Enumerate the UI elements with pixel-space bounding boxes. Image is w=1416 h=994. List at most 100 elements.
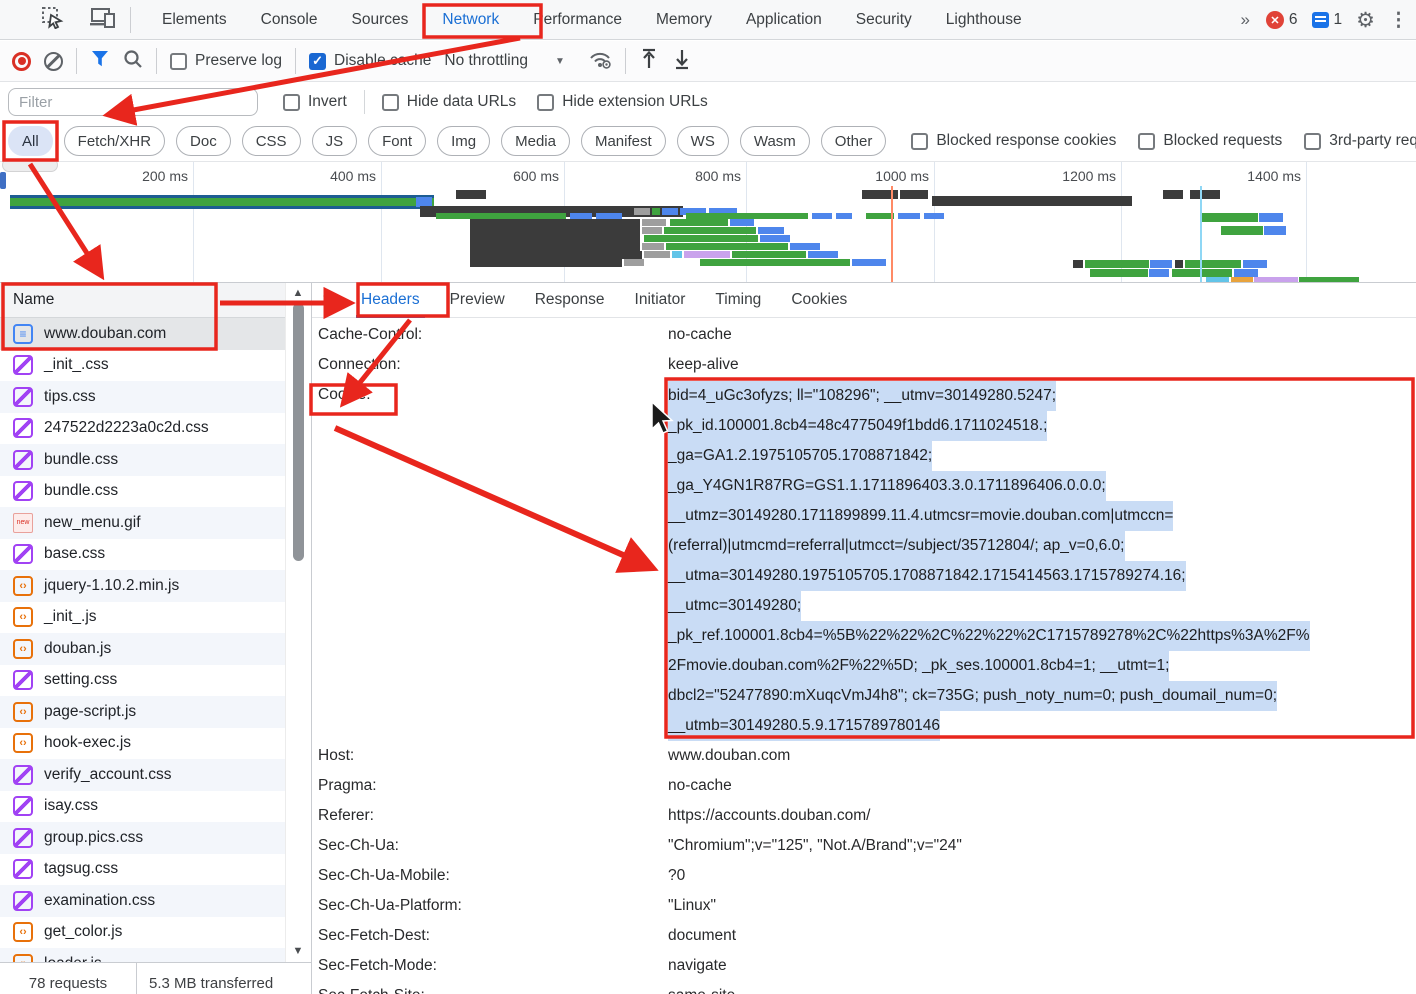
details-tab-initiator[interactable]: Initiator: [620, 283, 701, 318]
checkbox-unchecked[interactable]: [283, 94, 300, 111]
checkbox-unchecked[interactable]: [911, 133, 928, 150]
throttling-select[interactable]: No throttling: [444, 52, 528, 70]
request-row[interactable]: 247522d2223a0c2d.css: [0, 413, 285, 445]
network-conditions-icon[interactable]: [588, 47, 612, 76]
hide-extension-urls-checkbox[interactable]: Hide extension URLs: [537, 93, 708, 111]
details-tab-timing[interactable]: Timing: [700, 283, 776, 318]
filter-pill-font[interactable]: Font: [368, 126, 426, 156]
filter-pill-wasm[interactable]: Wasm: [740, 126, 810, 156]
details-tab-response[interactable]: Response: [520, 283, 620, 318]
request-row[interactable]: tips.css: [0, 381, 285, 413]
request-row[interactable]: ‹›douban.js: [0, 633, 285, 665]
checkbox-unchecked[interactable]: [382, 94, 399, 111]
import-har-icon[interactable]: [639, 48, 659, 75]
inspect-element-icon[interactable]: [40, 5, 64, 34]
request-row[interactable]: ‹›jquery-1.10.2.min.js: [0, 570, 285, 602]
checkbox-unchecked[interactable]: [537, 94, 554, 111]
details-tab-preview[interactable]: Preview: [435, 283, 520, 318]
clear-button[interactable]: [44, 52, 63, 71]
request-row[interactable]: newnew_menu.gif: [0, 507, 285, 539]
chevron-down-icon[interactable]: ▼: [555, 56, 565, 67]
checkbox-unchecked[interactable]: [1304, 133, 1321, 150]
filter-pill-img[interactable]: Img: [437, 126, 490, 156]
invert-checkbox[interactable]: Invert: [283, 93, 347, 111]
waterfall-bar: [456, 190, 486, 199]
request-row[interactable]: verify_account.css: [0, 759, 285, 791]
console-error-badge[interactable]: ✕ 6: [1266, 11, 1298, 29]
request-row[interactable]: isay.css: [0, 791, 285, 823]
waterfall-bar: [666, 243, 788, 250]
timeline-gridline: [381, 162, 382, 283]
filter-input[interactable]: [8, 88, 258, 116]
details-tab-headers[interactable]: Headers: [346, 283, 435, 318]
checkbox-blocked-response-cookies[interactable]: Blocked response cookies: [911, 132, 1116, 150]
filter-pill-manifest[interactable]: Manifest: [581, 126, 666, 156]
header-value: "Linux": [668, 891, 716, 921]
css-file-icon: [13, 387, 33, 407]
filter-funnel-icon[interactable]: [90, 50, 110, 73]
network-overview-timeline[interactable]: 200 ms400 ms600 ms800 ms1000 ms1200 ms14…: [0, 162, 1416, 283]
tab-lighthouse[interactable]: Lighthouse: [929, 0, 1039, 40]
checkbox-unchecked[interactable]: [170, 53, 187, 70]
waterfall-bar: [1202, 213, 1258, 222]
request-row[interactable]: group.pics.css: [0, 822, 285, 854]
kebab-menu-icon[interactable]: ⋮: [1389, 9, 1408, 32]
tab-performance[interactable]: Performance: [516, 0, 639, 40]
request-row[interactable]: ‹›get_color.js: [0, 917, 285, 949]
scroll-down-icon[interactable]: ▼: [291, 945, 305, 957]
disable-cache-checkbox[interactable]: ✓ Disable cache: [309, 52, 431, 70]
console-message-badge[interactable]: 1: [1312, 11, 1343, 29]
request-row[interactable]: ‹›hook-exec.js: [0, 728, 285, 760]
filter-pill-doc[interactable]: Doc: [176, 126, 231, 156]
waterfall-bar: [1085, 260, 1149, 268]
scrollbar-thumb[interactable]: [293, 303, 304, 561]
request-row[interactable]: ‹›_init_.js: [0, 602, 285, 634]
tab-application[interactable]: Application: [729, 0, 839, 40]
tab-sources[interactable]: Sources: [335, 0, 426, 40]
tab-network[interactable]: Network: [425, 0, 516, 40]
filter-pill-fetch-xhr[interactable]: Fetch/XHR: [64, 126, 165, 156]
request-row[interactable]: ‹›loader.js: [0, 948, 285, 962]
request-row[interactable]: setting.css: [0, 665, 285, 697]
close-icon[interactable]: ×: [322, 292, 338, 308]
filter-pill-css[interactable]: CSS: [242, 126, 301, 156]
request-row[interactable]: bundle.css: [0, 444, 285, 476]
more-tabs-chevron[interactable]: »: [1236, 10, 1251, 30]
filter-pill-all[interactable]: All: [8, 126, 53, 156]
checkbox-3rd-party-requests[interactable]: 3rd-party requests: [1304, 132, 1416, 150]
record-button[interactable]: [12, 52, 31, 71]
hide-data-urls-checkbox[interactable]: Hide data URLs: [382, 93, 516, 111]
export-har-icon[interactable]: [672, 48, 692, 75]
checkbox-checked[interactable]: ✓: [309, 53, 326, 70]
request-row[interactable]: base.css: [0, 539, 285, 571]
request-row[interactable]: _init_.css: [0, 350, 285, 382]
settings-gear-icon[interactable]: ⚙: [1356, 8, 1375, 33]
filter-pill-ws[interactable]: WS: [677, 126, 729, 156]
search-icon[interactable]: [123, 49, 143, 74]
preserve-log-checkbox[interactable]: Preserve log: [170, 52, 282, 70]
request-row[interactable]: ≡www.douban.com: [0, 318, 285, 350]
scroll-up-icon[interactable]: ▲: [291, 287, 305, 299]
header-row: Sec-Ch-Ua-Mobile:?0: [312, 861, 1416, 891]
tab-security[interactable]: Security: [839, 0, 929, 40]
request-name: tagsug.css: [44, 860, 118, 878]
device-toolbar-icon[interactable]: [90, 5, 116, 34]
timeline-gridline: [193, 162, 194, 283]
tab-console[interactable]: Console: [244, 0, 335, 40]
checkbox-blocked-requests[interactable]: Blocked requests: [1138, 132, 1282, 150]
request-row[interactable]: examination.css: [0, 885, 285, 917]
filter-pill-media[interactable]: Media: [501, 126, 570, 156]
filter-pill-js[interactable]: JS: [312, 126, 358, 156]
request-list-scrollbar[interactable]: ▲ ▼: [285, 283, 310, 962]
filter-pill-other[interactable]: Other: [821, 126, 887, 156]
tab-memory[interactable]: Memory: [639, 0, 729, 40]
request-name: jquery-1.10.2.min.js: [44, 577, 179, 595]
request-name: setting.css: [44, 671, 117, 689]
tab-elements[interactable]: Elements: [145, 0, 244, 40]
name-column-header[interactable]: Name: [0, 283, 285, 318]
request-row[interactable]: tagsug.css: [0, 854, 285, 886]
checkbox-unchecked[interactable]: [1138, 133, 1155, 150]
request-row[interactable]: bundle.css: [0, 476, 285, 508]
details-tab-cookies[interactable]: Cookies: [776, 283, 862, 318]
request-row[interactable]: ‹›page-script.js: [0, 696, 285, 728]
